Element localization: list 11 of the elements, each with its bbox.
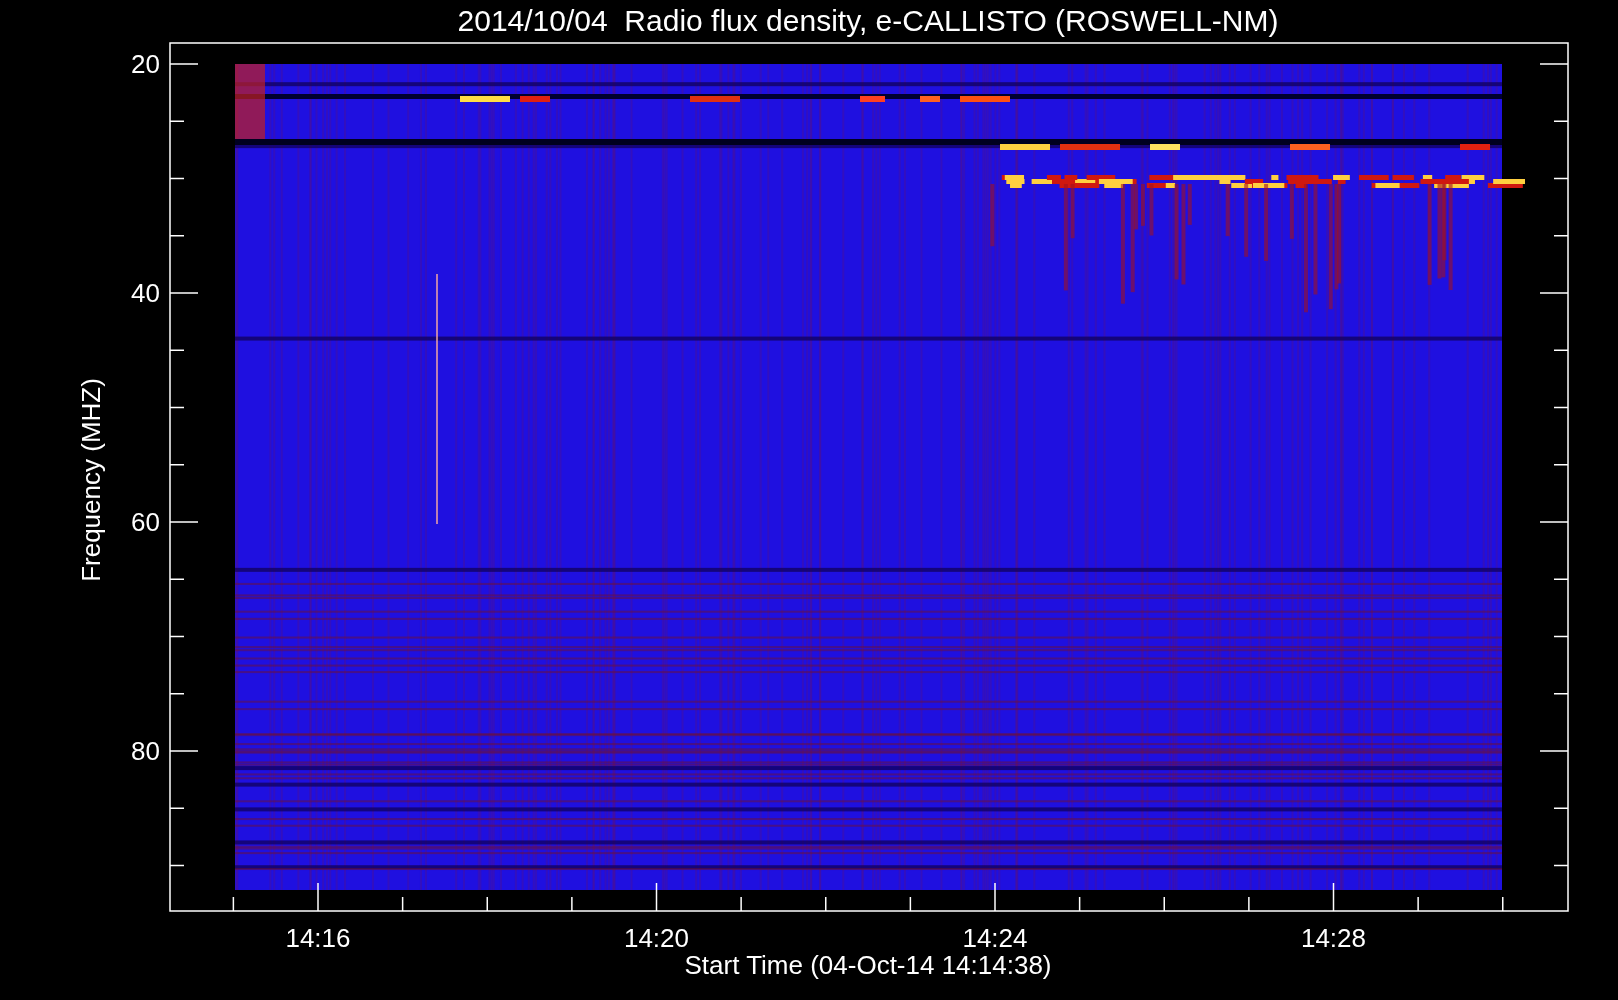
chart-title: 2014/10/04 Radio flux density, e-CALLISTO (ROSWELL-NM) — [457, 4, 1279, 37]
x-tick-label: 14:28 — [1300, 923, 1367, 953]
x-tick-label: 14:16 — [285, 923, 351, 953]
y-tick-label: 40 — [131, 278, 160, 308]
x-tick-label: 14:20 — [623, 923, 690, 953]
y-tick-label: 60 — [131, 507, 160, 537]
x-axis-label: Start Time (04-Oct-14 14:14:38) — [684, 950, 1052, 980]
y-axis-label: Frequency (MHZ) — [76, 378, 106, 582]
y-tick-label: 20 — [131, 49, 160, 79]
x-tick-label: 14:24 — [962, 923, 1028, 953]
y-tick-label: 80 — [131, 736, 160, 766]
